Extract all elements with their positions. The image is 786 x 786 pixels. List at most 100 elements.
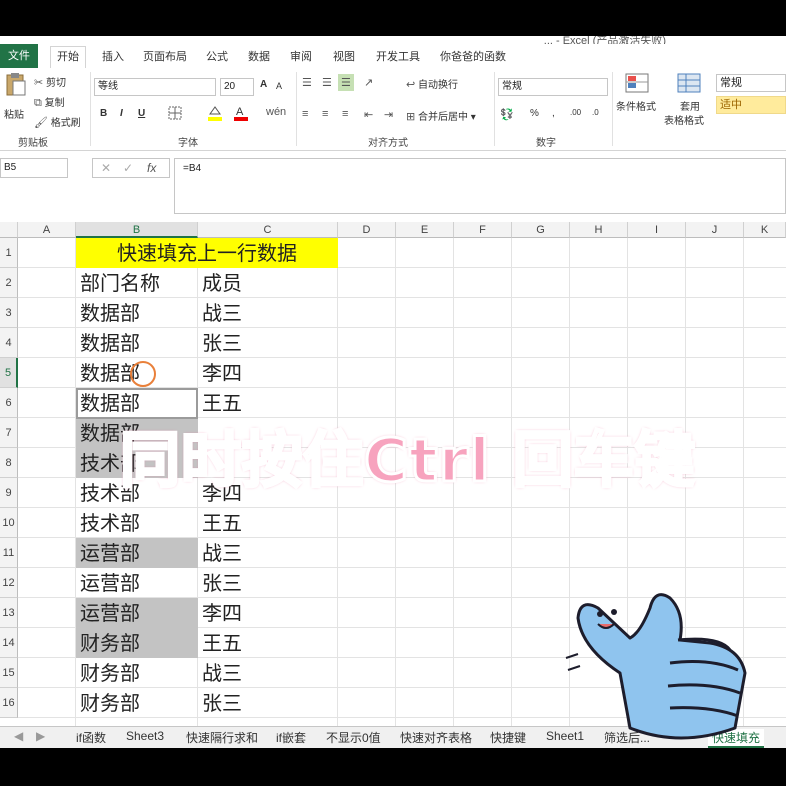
number-format-select[interactable]: 常规 [498,78,608,96]
sheet-tab[interactable]: 快速隔行求和 [186,729,258,746]
copy-button[interactable]: ⧉ 复制 [34,94,65,110]
font-name-select[interactable]: 等线 [94,78,216,96]
cell-department[interactable]: 数据部 [76,328,140,358]
col-header-f[interactable]: F [454,222,512,238]
tab-page-layout[interactable]: 页面布局 [143,48,187,64]
paste-icon[interactable] [4,72,28,96]
col-header-g[interactable]: G [512,222,570,238]
cell-department[interactable]: 数据部 [76,298,140,328]
row-header[interactable]: 6 [0,388,18,418]
cut-button[interactable]: ✂ 剪切 [34,74,66,89]
style-neutral[interactable]: 适中 [716,96,786,114]
col-header-i[interactable]: I [628,222,686,238]
cell-department[interactable]: 运营部 [76,598,140,628]
format-table-button[interactable]: 表格格式 [664,112,704,127]
shrink-font-button[interactable]: A [276,81,282,91]
phonetic-icon[interactable]: wén [266,106,286,118]
cell-member[interactable]: 张三 [198,328,242,358]
row-header[interactable]: 8 [0,448,18,478]
sheet-tab[interactable]: if嵌套 [276,729,306,746]
tab-home[interactable]: 开始 [50,46,86,69]
align-left-icon[interactable]: ≡ [302,108,308,120]
increase-indent-icon[interactable]: ⇥ [384,108,393,121]
row-header[interactable]: 1 [0,238,18,268]
align-bottom-icon[interactable]: ☰ [338,74,354,91]
cancel-icon[interactable]: ✕ [101,161,111,175]
cell-member[interactable]: 李四 [198,358,242,388]
row-header[interactable]: 16 [0,688,18,718]
prev-sheet-icon[interactable]: ◀ [14,729,23,743]
col-header-e[interactable]: E [396,222,454,238]
row-header[interactable]: 14 [0,628,18,658]
row-header[interactable]: 4 [0,328,18,358]
orientation-icon[interactable]: ↗ [364,76,373,89]
format-painter-button[interactable]: 🖌 格式刷 [34,114,81,129]
comma-button[interactable]: , [552,108,555,119]
underline-button[interactable]: U [138,108,145,119]
decrease-indent-icon[interactable]: ⇤ [364,108,373,121]
tab-insert[interactable]: 插入 [102,48,124,64]
header-department[interactable]: 部门名称 [76,268,160,298]
cell-member[interactable]: 王五 [198,628,242,658]
cell-department[interactable]: 运营部 [76,568,140,598]
fill-color-icon[interactable] [206,104,224,125]
cell-department[interactable]: 财务部 [76,628,140,658]
tab-custom-functions[interactable]: 你爸爸的函数 [440,48,506,64]
tab-data[interactable]: 数据 [248,48,270,64]
font-size-select[interactable]: 20 [220,78,254,96]
row-header[interactable]: 12 [0,568,18,598]
col-header-a[interactable]: A [18,222,76,238]
style-normal[interactable]: 常规 [716,74,786,92]
row-header[interactable]: 7 [0,418,18,448]
sheet-tab[interactable]: 不显示0值 [326,729,381,746]
align-top-icon[interactable]: ☰ [302,76,312,89]
select-all-corner[interactable] [0,222,18,238]
percent-button[interactable]: % [530,108,539,119]
row-header[interactable]: 3 [0,298,18,328]
cell-member[interactable]: 张三 [198,688,242,718]
cell-department[interactable]: 技术部 [76,508,140,538]
grow-font-button[interactable]: A [260,79,267,90]
cell-member[interactable]: 战三 [198,538,242,568]
tab-formulas[interactable]: 公式 [206,48,228,64]
row-header[interactable]: 9 [0,478,18,508]
cell-department[interactable]: 财务部 [76,658,140,688]
row-header[interactable]: 2 [0,268,18,298]
cell-member[interactable]: 战三 [198,298,242,328]
row-header[interactable]: 15 [0,658,18,688]
sheet-tab[interactable]: if函数 [76,729,106,746]
tab-review[interactable]: 审阅 [290,48,312,64]
bold-button[interactable]: B [100,108,107,119]
next-sheet-icon[interactable]: ▶ [36,729,45,743]
cell-member[interactable]: 王五 [198,508,242,538]
confirm-icon[interactable]: ✓ [123,161,133,175]
name-box[interactable]: B5 [0,158,68,178]
font-color-icon[interactable]: A [232,104,250,125]
row-header[interactable]: 13 [0,598,18,628]
header-member[interactable]: 成员 [198,268,242,298]
insert-function-icon[interactable]: fx [147,161,156,175]
cell-member[interactable]: 张三 [198,568,242,598]
col-header-c[interactable]: C [198,222,338,238]
currency-icon[interactable]: 💱 [500,108,514,121]
wrap-text-button[interactable]: ↩ 自动换行 [406,76,458,91]
title-cell[interactable]: 快速填充上一行数据 [76,238,338,268]
cell-member[interactable]: 李四 [198,598,242,628]
formula-input[interactable]: =B4 [174,158,786,214]
conditional-format-icon[interactable] [624,72,652,99]
col-header-k[interactable]: K [744,222,786,238]
increase-decimal-icon[interactable]: .00 [570,108,581,117]
row-header[interactable]: 5 [0,358,18,388]
format-table-icon[interactable] [676,72,704,99]
italic-button[interactable]: I [120,108,123,119]
col-header-j[interactable]: J [686,222,744,238]
sheet-tab[interactable]: 快速对齐表格 [400,729,472,746]
sheet-tab[interactable]: Sheet3 [126,729,164,743]
paste-button[interactable]: 粘贴 [4,106,24,121]
row-header[interactable]: 10 [0,508,18,538]
border-icon[interactable] [168,106,184,123]
cell-department[interactable]: 运营部 [76,538,140,568]
row-header[interactable]: 11 [0,538,18,568]
col-header-b[interactable]: B [76,222,198,238]
decrease-decimal-icon[interactable]: .0 [592,108,599,117]
